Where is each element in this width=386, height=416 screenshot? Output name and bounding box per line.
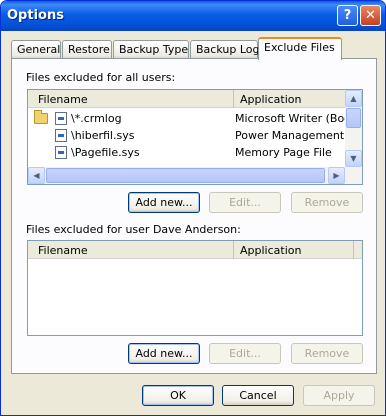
list-header: Filename Application [28,90,362,108]
row-application: Power Management [235,129,345,142]
close-button[interactable]: ✕ [360,5,381,26]
column-application[interactable]: Application [234,90,354,108]
table-row[interactable]: \hiberfil.sys Power Management [28,127,362,144]
table-row[interactable]: \*.crmlog Microsoft Writer (Boota... [28,110,362,127]
tab-backup-log[interactable]: Backup Log [190,40,259,59]
add-new-button[interactable]: Add new... [128,192,200,213]
tab-strip: General Restore Backup Type Backup Log E… [11,37,377,60]
tab-exclude-files[interactable]: Exclude Files [258,37,342,60]
row-filename: \*.crmlog [71,112,122,125]
tab-general[interactable]: General [11,40,61,59]
file-icon [55,146,67,159]
file-icon [55,112,67,125]
edit-button[interactable]: Edit... [209,343,281,364]
ok-button[interactable]: OK [142,385,214,406]
list-header: Filename Application [28,241,362,259]
close-icon: ✕ [365,8,376,23]
add-new-button[interactable]: Add new... [128,343,200,364]
exclude-files-panel: Files excluded for all users: Filename A… [11,58,377,374]
row-application: Microsoft Writer (Boota... [235,112,353,125]
row-filename: \Pagefile.sys [71,146,140,159]
scroll-left-button[interactable]: ◀ [28,167,45,184]
scroll-thumb[interactable] [346,108,361,128]
scroll-down-button[interactable]: ▼ [345,150,362,167]
cancel-button[interactable]: Cancel [222,385,294,406]
table-row[interactable]: \Pagefile.sys Memory Page File [28,144,362,161]
vertical-scrollbar[interactable]: ▲ ▼ [345,90,362,167]
row-application: Memory Page File [235,146,332,159]
all-users-list[interactable]: Filename Application \*.crmlog Microsoft… [27,89,363,185]
tab-restore[interactable]: Restore [62,40,112,59]
scroll-right-button[interactable]: ▶ [328,167,345,184]
tab-backup-type[interactable]: Backup Type [113,40,189,59]
help-icon: ? [343,8,352,23]
all-users-label: Files excluded for all users: [26,71,176,84]
column-filename[interactable]: Filename [28,90,234,108]
window-title: Options [7,8,64,23]
column-application[interactable]: Application [234,241,354,259]
user-list[interactable]: Filename Application [27,240,363,336]
scroll-up-button[interactable]: ▲ [345,90,362,107]
user-label: Files excluded for user Dave Anderson: [26,223,241,236]
column-filename[interactable]: Filename [28,241,234,259]
options-window: Options ? ✕ General Restore Backup Type … [0,0,386,416]
file-icon [55,129,67,142]
horizontal-scrollbar[interactable]: ◀ ▶ [28,167,362,184]
row-filename: \hiberfil.sys [71,129,135,142]
edit-button[interactable]: Edit... [209,192,281,213]
scroll-thumb[interactable] [46,168,325,183]
apply-button[interactable]: Apply [303,385,375,406]
help-button[interactable]: ? [337,5,358,26]
title-bar[interactable]: Options ? ✕ [1,1,385,31]
remove-button[interactable]: Remove [291,343,363,364]
remove-button[interactable]: Remove [291,192,363,213]
